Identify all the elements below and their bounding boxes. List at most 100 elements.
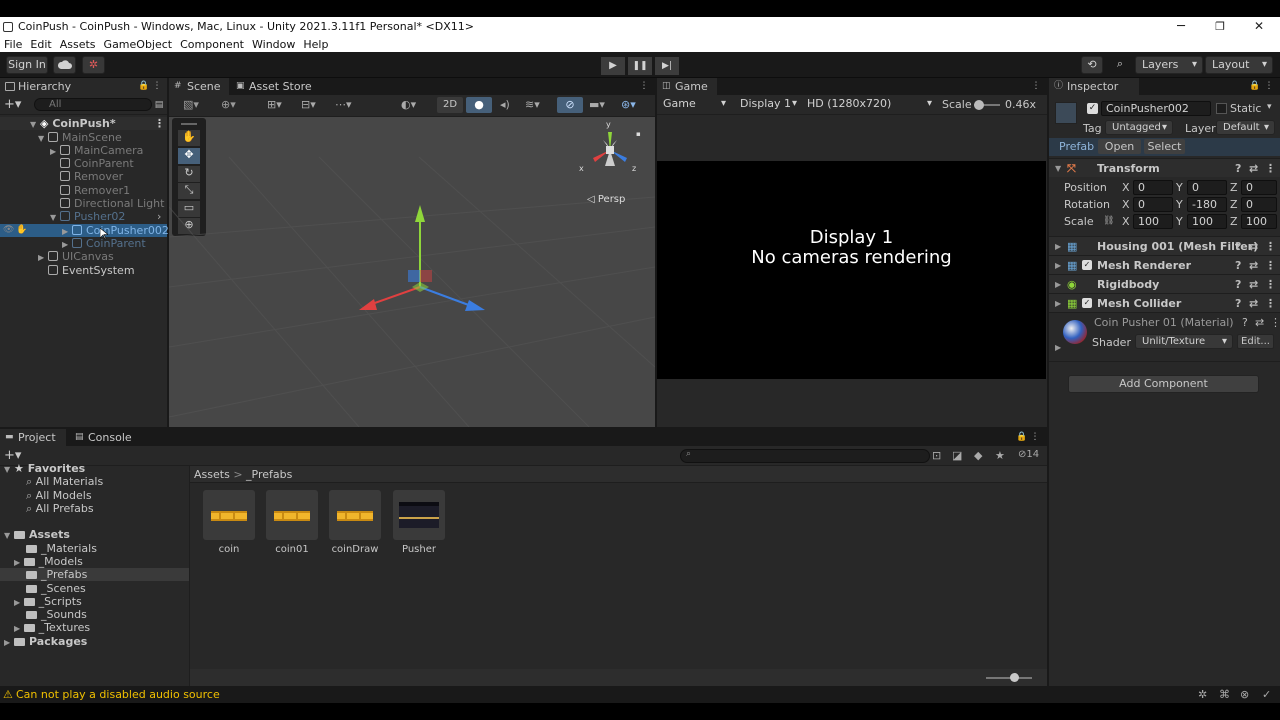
- folder-textures[interactable]: ▶ _Textures: [14, 621, 90, 634]
- favorite-all-prefabs[interactable]: ⌕ All Prefabs: [26, 502, 94, 515]
- preset-icon[interactable]: ⇄: [1249, 159, 1258, 178]
- perspective-label[interactable]: ◁ Persp: [587, 194, 625, 205]
- scene-visibility-button[interactable]: ⊘: [557, 97, 583, 113]
- debug-icon[interactable]: ✲: [1198, 686, 1207, 703]
- expand-arrow-icon[interactable]: ▼: [30, 118, 40, 131]
- resolution-dropdown[interactable]: HD (1280x720): [801, 96, 937, 114]
- project-search-input[interactable]: ⌕: [680, 449, 930, 463]
- status-bar[interactable]: ⚠ Can not play a disabled audio source ✲…: [0, 686, 1280, 703]
- tab-asset-store[interactable]: ▣ Asset Store: [231, 78, 321, 95]
- pivot-dropdown[interactable]: ◐▾: [401, 98, 416, 111]
- mesh-collider-header[interactable]: ▶ ▦ ✓ Mesh Collider ? ⇄ ⋮: [1049, 293, 1280, 312]
- layout-dropdown[interactable]: Layout: [1205, 56, 1273, 74]
- hierarchy-scene-row[interactable]: ▼ ◈ CoinPush* ⋮: [0, 117, 167, 130]
- hierarchy-row-mainscene[interactable]: ▼ MainScene: [0, 131, 167, 144]
- tab-console[interactable]: ▤ Console: [70, 429, 136, 446]
- scale-slider-handle[interactable]: [974, 100, 984, 110]
- gizmo-lock-icon[interactable]: ▪: [636, 130, 641, 138]
- scene-menu-icon[interactable]: ⋮: [639, 81, 649, 91]
- scene-menu-icon[interactable]: ⋮: [154, 117, 165, 130]
- hierarchy-row-coinparent[interactable]: CoinParent: [0, 157, 167, 170]
- hierarchy-row-remover1[interactable]: Remover1: [0, 184, 167, 197]
- component-menu-icon[interactable]: ⋮: [1265, 159, 1276, 178]
- scale-z-field[interactable]: 100: [1241, 214, 1277, 229]
- hierarchy-row-maincamera[interactable]: ▶ MainCamera: [0, 144, 167, 157]
- project-menu-icon[interactable]: ⋮: [1030, 432, 1040, 442]
- menu-component[interactable]: Component: [176, 38, 248, 51]
- hierarchy-row-coinpusher002[interactable]: 👁 ✋ ▶ CoinPusher002: [0, 224, 169, 237]
- inspector-lock-icon[interactable]: 🔒: [1249, 81, 1260, 91]
- game-viewport[interactable]: Display 1 No cameras rendering: [657, 161, 1046, 379]
- tag-dropdown[interactable]: Untagged: [1105, 120, 1173, 135]
- component-menu-icon[interactable]: ⋮: [1265, 237, 1276, 256]
- expand-arrow-icon[interactable]: ▶: [38, 251, 48, 264]
- asset-item[interactable]: coinDraw: [329, 490, 381, 555]
- icon-size-slider[interactable]: [986, 673, 1032, 682]
- preset-icon[interactable]: ⇄: [1249, 256, 1258, 275]
- hierarchy-row-uicanvas[interactable]: ▶ UICanvas: [0, 250, 167, 263]
- search-by-type-icon[interactable]: ⊡: [932, 449, 941, 462]
- project-lock-icon[interactable]: 🔒: [1016, 432, 1027, 442]
- help-icon[interactable]: ?: [1235, 159, 1241, 178]
- expand-arrow-icon[interactable]: ▶: [1055, 256, 1061, 275]
- expand-arrow-icon[interactable]: ▶: [4, 638, 10, 647]
- menu-file[interactable]: File: [0, 38, 26, 51]
- hidden-packages-icon[interactable]: ⊘14: [1018, 449, 1039, 460]
- tab-project[interactable]: ▬ Project: [0, 429, 66, 446]
- open-prefab-arrow-icon[interactable]: ›: [157, 210, 161, 223]
- rotation-y-field[interactable]: -180: [1187, 197, 1227, 212]
- minimize-button[interactable]: ─: [1161, 17, 1201, 36]
- object-name-field[interactable]: CoinPusher002: [1101, 101, 1211, 116]
- step-button[interactable]: ▶|: [655, 57, 679, 75]
- packages-folder[interactable]: ▶ Packages: [4, 635, 87, 648]
- cloud-button[interactable]: [53, 56, 76, 74]
- rotation-x-field[interactable]: 0: [1133, 197, 1173, 212]
- gizmos-dropdown[interactable]: ⊛▾: [621, 98, 636, 111]
- position-z-field[interactable]: 0: [1241, 180, 1277, 195]
- project-splitter[interactable]: [189, 466, 190, 686]
- expand-arrow-icon[interactable]: ▶: [1055, 237, 1061, 256]
- assets-folder[interactable]: ▼ Assets: [4, 528, 70, 541]
- search-button[interactable]: ⌕: [1109, 56, 1131, 74]
- hierarchy-row-eventsystem[interactable]: EventSystem: [0, 264, 167, 277]
- menu-gameobject[interactable]: GameObject: [100, 38, 177, 51]
- favorites-header[interactable]: ▼ ★ Favorites: [4, 462, 85, 475]
- kebab-menu-icon[interactable]: ⋮: [152, 81, 162, 91]
- maximize-button[interactable]: ❐: [1200, 17, 1240, 36]
- game-mode-dropdown[interactable]: Game: [657, 96, 731, 114]
- 2d-toggle-button[interactable]: 2D: [437, 97, 463, 113]
- history-button[interactable]: ⟲: [1081, 56, 1103, 74]
- progress-icon[interactable]: ⊗: [1240, 686, 1249, 703]
- component-menu-icon[interactable]: ⋮: [1270, 316, 1280, 329]
- expand-arrow-icon[interactable]: ▼: [50, 211, 60, 224]
- pause-button[interactable]: ❚❚: [628, 57, 652, 75]
- layers-dropdown[interactable]: Layers: [1135, 56, 1203, 74]
- component-menu-icon[interactable]: ⋮: [1265, 256, 1276, 275]
- expand-arrow-icon[interactable]: ▶: [1055, 294, 1061, 313]
- layer-dropdown[interactable]: Default: [1216, 120, 1275, 135]
- move-gizmo[interactable]: [359, 205, 485, 311]
- help-icon[interactable]: ?: [1235, 294, 1241, 313]
- help-icon[interactable]: ?: [1235, 256, 1241, 275]
- help-icon[interactable]: ?: [1235, 237, 1241, 256]
- component-menu-icon[interactable]: ⋮: [1265, 275, 1276, 294]
- display-dropdown[interactable]: Display 1: [734, 96, 802, 114]
- lighting-toggle-button[interactable]: ●: [466, 97, 492, 113]
- inspector-menu-icon[interactable]: ⋮: [1264, 81, 1274, 91]
- favorite-star-icon[interactable]: ★: [995, 449, 1005, 462]
- menu-assets[interactable]: Assets: [56, 38, 100, 51]
- tab-game[interactable]: ◫ Game: [657, 78, 717, 95]
- component-menu-icon[interactable]: ⋮: [1265, 294, 1276, 313]
- position-x-field[interactable]: 0: [1133, 180, 1173, 195]
- asset-item[interactable]: Pusher: [393, 490, 445, 555]
- hierarchy-row-directional-light[interactable]: Directional Light: [0, 197, 167, 210]
- hierarchy-row-remover[interactable]: Remover: [0, 170, 167, 183]
- render-mode-dropdown[interactable]: ⊕▾: [221, 98, 236, 111]
- filter-icon[interactable]: ▤: [154, 100, 164, 110]
- prefab-select-button[interactable]: Select: [1144, 139, 1185, 154]
- shader-dropdown[interactable]: Unlit/Texture: [1135, 334, 1233, 349]
- constrain-proportions-icon[interactable]: ⛓: [1103, 212, 1114, 231]
- collapse-arrow-icon[interactable]: ▼: [1055, 159, 1061, 178]
- mesh-renderer-header[interactable]: ▶ ▦ ✓ Mesh Renderer ? ⇄ ⋮: [1049, 255, 1280, 274]
- sign-in-button[interactable]: Sign In: [6, 56, 48, 74]
